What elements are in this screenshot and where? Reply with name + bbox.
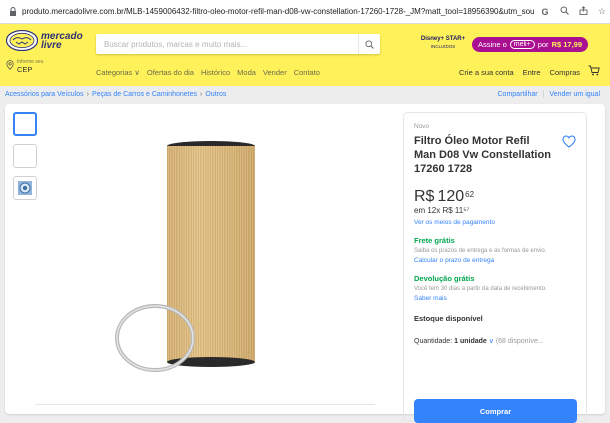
shipping-description: Saiba os prazos de entrega e as formas d…	[414, 248, 547, 254]
logo-text-line2: livre	[41, 39, 62, 51]
condition-label: Novo	[414, 123, 430, 130]
price: R$ 120 62	[414, 188, 576, 206]
breadcrumb-item[interactable]: Acessórios para Veículos	[5, 91, 84, 98]
mercadolivre-logo[interactable]: mercado livre	[6, 30, 83, 51]
payment-methods-link[interactable]: Ver os meios de pagamento	[414, 219, 576, 226]
thumbnail-2[interactable]	[13, 144, 37, 168]
sell-similar-link[interactable]: Vender um igual	[549, 91, 600, 98]
quantity-value: 1 unidade	[454, 338, 487, 345]
price-cents: 62	[465, 190, 475, 199]
promo-price: R$ 17,99	[551, 39, 583, 49]
nav-historico[interactable]: Histórico	[201, 68, 230, 77]
disney-star-logo: Disney+ STAR+ INCLUÍDOS	[420, 36, 466, 49]
url-text[interactable]: produto.mercadolivre.com.br/MLB-14590064…	[22, 7, 534, 16]
create-account-link[interactable]: Crie a sua conta	[459, 68, 514, 77]
share-page-icon[interactable]	[578, 6, 588, 17]
price-currency: R$	[414, 188, 435, 205]
assine-text: Assine o	[478, 39, 507, 49]
meli-plus-promo[interactable]: Disney+ STAR+ INCLUÍDOS Assine o meli+ p…	[414, 36, 589, 52]
learn-more-link[interactable]: Saber mais	[414, 295, 576, 302]
nav-categorias[interactable]: Categorias ∨	[96, 68, 140, 77]
calculate-delivery-link[interactable]: Calcular o prazo de entrega	[414, 257, 576, 264]
handshake-logo-icon	[6, 30, 38, 51]
login-link[interactable]: Entre	[523, 68, 541, 77]
cep-selector[interactable]: Informe seu CEP	[6, 59, 43, 74]
site-header: mercado livre Buscar produtos, marcas e …	[0, 24, 610, 86]
product-card: Novo Filtro Óleo Motor Refil Man D08 Vw …	[5, 104, 605, 423]
main-nav: Categorias ∨ Ofertas do dia Histórico Mo…	[96, 68, 320, 77]
thumbnail-1[interactable]	[13, 112, 37, 136]
breadcrumb-separator: ›	[86, 90, 89, 98]
nav-vender[interactable]: Vender	[263, 68, 287, 77]
subscribe-pill[interactable]: Assine o meli+ por R$ 17,99	[472, 36, 589, 52]
product-image[interactable]	[105, 140, 325, 380]
por-text: por	[537, 39, 549, 49]
lock-icon	[8, 7, 18, 17]
free-shipping-title: Frete grátis	[414, 236, 455, 245]
account-nav: Crie a sua conta Entre Compras	[459, 68, 580, 77]
favorite-heart-icon[interactable]	[562, 135, 576, 148]
google-icon[interactable]: G	[540, 7, 550, 17]
thumbnail-3[interactable]	[13, 176, 37, 200]
buy-button[interactable]: Comprar	[414, 399, 577, 423]
stock-status: Estoque disponível	[414, 314, 483, 323]
search-icon[interactable]	[358, 34, 380, 54]
cep-label: CEP	[17, 65, 33, 74]
breadcrumb-separator: ›	[200, 90, 203, 98]
bookmark-star-icon[interactable]: ☆	[597, 6, 607, 17]
quantity-selector[interactable]: Quantidade: 1 unidade ∨ (68 disponíve...	[414, 337, 576, 345]
nav-ofertas[interactable]: Ofertas do dia	[147, 68, 194, 77]
search-bar[interactable]: Buscar produtos, marcas e muito mais...	[96, 34, 380, 54]
zoom-icon[interactable]	[559, 6, 569, 17]
buy-box: Novo Filtro Óleo Motor Refil Man D08 Vw …	[403, 112, 587, 423]
meli-plus-badge: meli+	[509, 39, 535, 49]
quantity-label: Quantidade:	[414, 338, 453, 345]
divider: |	[542, 90, 545, 98]
location-pin-icon	[6, 60, 14, 70]
installments-text: em 12x R$ 11⁵⁷	[414, 206, 470, 215]
thumbnail-filter-icon	[18, 181, 32, 195]
quantity-available: (68 disponíve...	[495, 338, 544, 345]
breadcrumb-item[interactable]: Outros	[205, 91, 226, 98]
free-return-title: Devolução grátis	[414, 274, 475, 283]
share-actions: Compartilhar | Vender um igual	[498, 87, 601, 101]
price-integer: 120	[437, 188, 465, 205]
nav-contato[interactable]: Contato	[294, 68, 320, 77]
cart-icon[interactable]	[588, 65, 600, 76]
browser-address-bar[interactable]: produto.mercadolivre.com.br/MLB-14590064…	[0, 0, 610, 24]
divider	[35, 404, 375, 405]
purchases-link[interactable]: Compras	[550, 68, 580, 77]
search-input[interactable]: Buscar produtos, marcas e muito mais...	[96, 40, 358, 49]
chevron-down-icon: ∨	[488, 338, 494, 345]
nav-moda[interactable]: Moda	[237, 68, 256, 77]
return-description: Você tem 30 dias a partir da data de rec…	[414, 286, 547, 292]
product-title: Filtro Óleo Motor Refil Man D08 Vw Const…	[414, 135, 551, 175]
breadcrumb-item[interactable]: Peças de Carros e Caminhonetes	[92, 91, 197, 98]
share-link[interactable]: Compartilhar	[498, 91, 538, 98]
